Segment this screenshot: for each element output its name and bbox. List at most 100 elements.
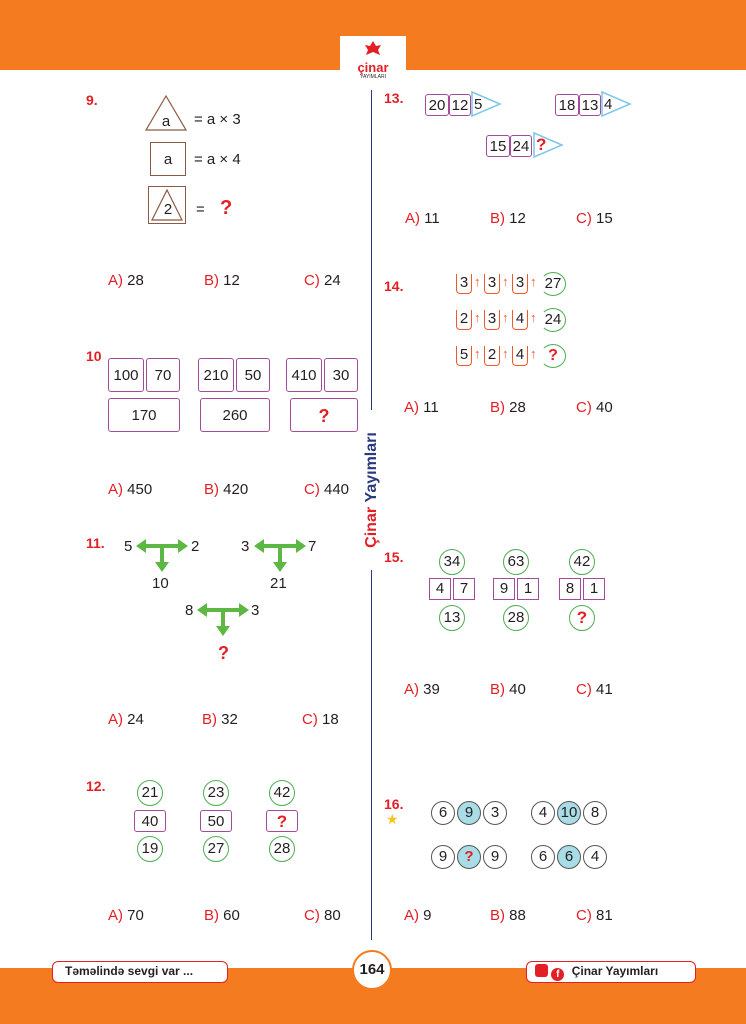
q10-pair1-a: 100: [108, 358, 144, 392]
instagram-icon: [535, 964, 548, 977]
q16-option-a[interactable]: A) 9: [404, 907, 432, 924]
q12-c1-bot: 19: [137, 836, 163, 862]
q12-c2-top: 23: [203, 780, 229, 806]
q14-r1-n3: 3: [512, 274, 528, 294]
q10-pair2-b: 50: [236, 358, 270, 392]
side-label-brand: Çinar: [363, 506, 380, 548]
q14-r1-result: 27: [540, 272, 566, 296]
q12-c1-top: 21: [137, 780, 163, 806]
q11-g3-right: 3: [251, 602, 260, 619]
q9-triangle-var: a: [161, 113, 171, 130]
q11-g1-down: 10: [152, 575, 169, 592]
page-number: 164: [352, 950, 392, 990]
q10-pair3-a: 410: [286, 358, 322, 392]
side-label: Çinar Yayımları: [360, 410, 384, 570]
up-arrow-icon: ↑: [502, 346, 509, 361]
q13-number: 13.: [384, 90, 404, 106]
q10-option-c[interactable]: C) 440: [304, 481, 349, 498]
q11-g2-down: 21: [270, 575, 287, 592]
q12-c2-mid: 50: [200, 810, 232, 832]
up-arrow-icon: ↑: [474, 274, 481, 289]
q14-r1-n1: 3: [456, 274, 472, 294]
q11-g2-left: 3: [241, 538, 250, 555]
q16-option-b[interactable]: B) 88: [490, 907, 526, 924]
q9-combo-question: ?: [220, 197, 233, 219]
q11-number: 11.: [86, 535, 105, 551]
q9-combo-eq: =: [196, 201, 205, 218]
logo-leaf-icon: [365, 41, 381, 55]
q13-option-b[interactable]: B) 12: [490, 210, 526, 227]
q13-option-a[interactable]: A) 11: [405, 210, 440, 227]
q10-option-a[interactable]: A) 450: [108, 481, 152, 498]
q14-r1-n2: 3: [484, 274, 500, 294]
q11-option-c[interactable]: C) 18: [302, 711, 339, 728]
q14-option-c[interactable]: C) 40: [576, 399, 613, 416]
up-arrow-icon: ↑: [530, 274, 537, 289]
star-icon: ★: [386, 811, 399, 827]
q11-arrow2-icon: [254, 539, 306, 572]
q10-option-b[interactable]: B) 420: [204, 481, 248, 498]
q14-r3-n1: 5: [456, 346, 472, 366]
q9-option-a[interactable]: A) 28: [108, 272, 144, 289]
q11-g1-right: 2: [191, 538, 200, 555]
q12-option-c[interactable]: C) 80: [304, 907, 341, 924]
q16-r2a-3: 9: [483, 845, 507, 869]
q16-r1b-3: 8: [583, 801, 607, 825]
q14-r3-result: ?: [540, 344, 566, 368]
q16-r1b-1: 4: [531, 801, 555, 825]
q14-r3-n2: 2: [484, 346, 500, 366]
q9-square-rule: = a × 4: [194, 151, 241, 168]
q11-g1-left: 5: [124, 538, 133, 555]
q11-g3-left: 8: [185, 602, 194, 619]
side-label-rest: Yayımları: [363, 432, 380, 503]
q15-g1-right: 7: [453, 578, 475, 600]
q15-g2-top: 63: [503, 549, 529, 575]
q11-option-a[interactable]: A) 24: [108, 711, 144, 728]
q12-option-a[interactable]: A) 70: [108, 907, 144, 924]
q15-option-a[interactable]: A) 39: [404, 681, 440, 698]
q15-option-b[interactable]: B) 40: [490, 681, 526, 698]
q12-option-b[interactable]: B) 60: [204, 907, 240, 924]
logo-text: çinar: [357, 60, 389, 75]
q10-number: 10: [86, 348, 102, 364]
up-arrow-icon: ↑: [474, 310, 481, 325]
q14-option-b[interactable]: B) 28: [490, 399, 526, 416]
q14-r3-n3: 4: [512, 346, 528, 366]
logo-subtext: YAYIMLARI: [360, 74, 386, 80]
up-arrow-icon: ↑: [502, 310, 509, 325]
q16-r1a-2: 9: [457, 801, 481, 825]
q13-r2-b: 13: [579, 94, 601, 116]
q15-g2-left: 9: [493, 578, 515, 600]
q11-arrow3-icon: [197, 603, 249, 636]
q9-option-b[interactable]: B) 12: [204, 272, 240, 289]
q14-row2: 2 ↑ 3 ↑ 4 ↑ 24: [456, 308, 586, 334]
q14-option-a[interactable]: A) 11: [404, 399, 439, 416]
up-arrow-icon: ↑: [530, 346, 537, 361]
q11-option-b[interactable]: B) 32: [202, 711, 238, 728]
q13-r1-c: 5: [474, 96, 483, 113]
q13-option-c[interactable]: C) 15: [576, 210, 613, 227]
q10-pair2-a: 210: [198, 358, 234, 392]
q12-c3-top: 42: [269, 780, 295, 806]
q16-r1a-1: 6: [431, 801, 455, 825]
q14-row3: 5 ↑ 2 ↑ 4 ↑ ?: [456, 344, 586, 370]
q9-number: 9.: [86, 92, 98, 108]
q9-combo-var: 2: [163, 201, 173, 218]
q13-r3-b: 24: [510, 135, 532, 157]
up-arrow-icon: ↑: [474, 346, 481, 361]
q15-g3-left: 8: [559, 578, 581, 600]
q14-r2-result: 24: [540, 308, 566, 332]
q11-g2-right: 7: [308, 538, 317, 555]
q15-option-c[interactable]: C) 41: [576, 681, 613, 698]
q15-number: 15.: [384, 549, 404, 565]
q13-r1-a: 20: [425, 94, 449, 116]
q16-r2b-1: 6: [531, 845, 555, 869]
q15-g3-right: 1: [583, 578, 605, 600]
q16-r2b-2: 6: [557, 845, 581, 869]
q12-number: 12.: [86, 778, 106, 794]
q9-option-c[interactable]: C) 24: [304, 272, 341, 289]
q15-g3-top: 42: [569, 549, 595, 575]
q16-option-c[interactable]: C) 81: [576, 907, 613, 924]
q14-r2-n2: 3: [484, 310, 500, 330]
q14-row1: 3 ↑ 3 ↑ 3 ↑ 27: [456, 272, 586, 298]
